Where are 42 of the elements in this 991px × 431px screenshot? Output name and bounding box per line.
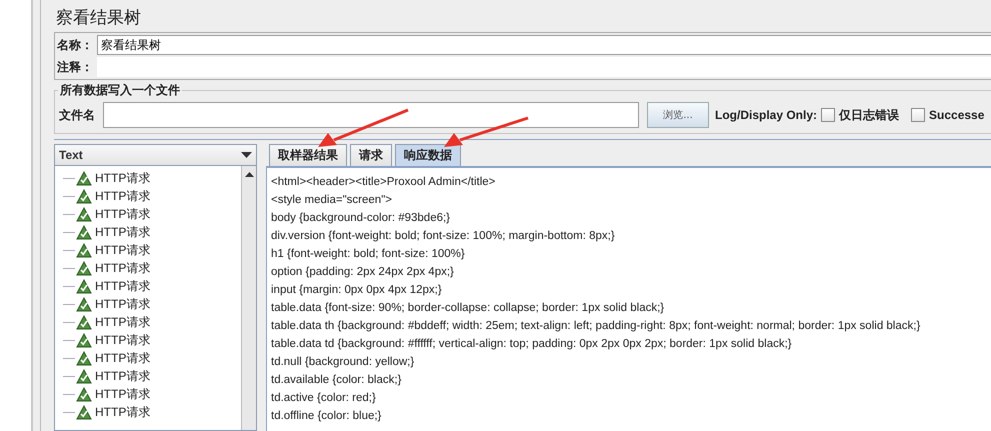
renderer-dropdown[interactable]: Text: [54, 144, 257, 166]
tree-item[interactable]: HTTP请求: [55, 349, 241, 367]
panel-title: 察看结果树: [55, 7, 142, 30]
tree-item[interactable]: HTTP请求: [55, 277, 241, 295]
code-line: td.active {color: red;}: [271, 391, 377, 406]
tree-item[interactable]: HTTP请求: [55, 313, 241, 331]
code-line: <style media="screen">: [271, 193, 393, 208]
code-line: table.data {font-size: 90%; border-collapse: collapse; border: 1px solid black;}: [271, 301, 666, 316]
tree-item[interactable]: HTTP请求: [55, 295, 241, 313]
tree-item[interactable]: HTTP请求: [55, 187, 241, 205]
tab[interactable]: 取样器结果: [269, 144, 347, 166]
tree-item[interactable]: HTTP请求: [55, 169, 241, 187]
code-line: table.data th {background: #bddeff; width: 25em; text-align: left; padding-right: 8px; font-weight: normal; border: 1px solid black;}: [271, 319, 922, 334]
tree-item[interactable]: HTTP请求: [55, 403, 241, 421]
field-label: 文件名: [59, 106, 96, 124]
code-line: table.data td {background: #ffffff; vertical-align: top; padding: 0px 2px 0px 2px; border: 1px solid black;}: [271, 337, 793, 352]
tree-item[interactable]: HTTP请求: [55, 205, 241, 223]
tab[interactable]: 响应数据: [395, 144, 461, 166]
code-line: td.available {color: black;}: [271, 373, 402, 388]
code-line: input {margin: 0px 0px 4px 12px;}: [271, 283, 443, 298]
code-line: h1 {font-weight: bold; font-size: 100%}: [271, 247, 466, 262]
field-label: 名称：: [57, 36, 94, 54]
tree-item[interactable]: HTTP请求: [55, 385, 241, 403]
log-display-label: Log/Display Only:: [715, 108, 818, 122]
code-line: <html><header><title>Proxool Admin</title>: [271, 175, 496, 190]
checkbox-label: 仅日志错误: [839, 106, 900, 124]
name-field[interactable]: 察看结果树: [97, 35, 991, 55]
group-title: 所有数据写入一个文件: [58, 82, 182, 99]
code-line: td.offline {color: blue;}: [271, 409, 382, 424]
code-line: td.null {background: yellow;}: [271, 355, 416, 370]
tree-item[interactable]: HTTP请求: [55, 367, 241, 385]
code-line: body {background-color: #93bde6;}: [271, 211, 452, 226]
tab[interactable]: 请求: [350, 144, 392, 166]
tree-item[interactable]: HTTP请求: [55, 259, 241, 277]
code-line: div.version {font-weight: bold; font-size: 100%; margin-bottom: 8px;}: [271, 229, 616, 244]
browse-button[interactable]: 浏览...: [647, 102, 709, 128]
checkbox-label: Successe: [929, 108, 984, 122]
tree-item[interactable]: HTTP请求: [55, 241, 241, 259]
field-label: 注释：: [57, 58, 94, 76]
code-line: option {padding: 2px 24px 2px 4px;}: [271, 265, 455, 280]
tree-item[interactable]: HTTP请求: [55, 223, 241, 241]
tree-item[interactable]: HTTP请求: [55, 331, 241, 349]
